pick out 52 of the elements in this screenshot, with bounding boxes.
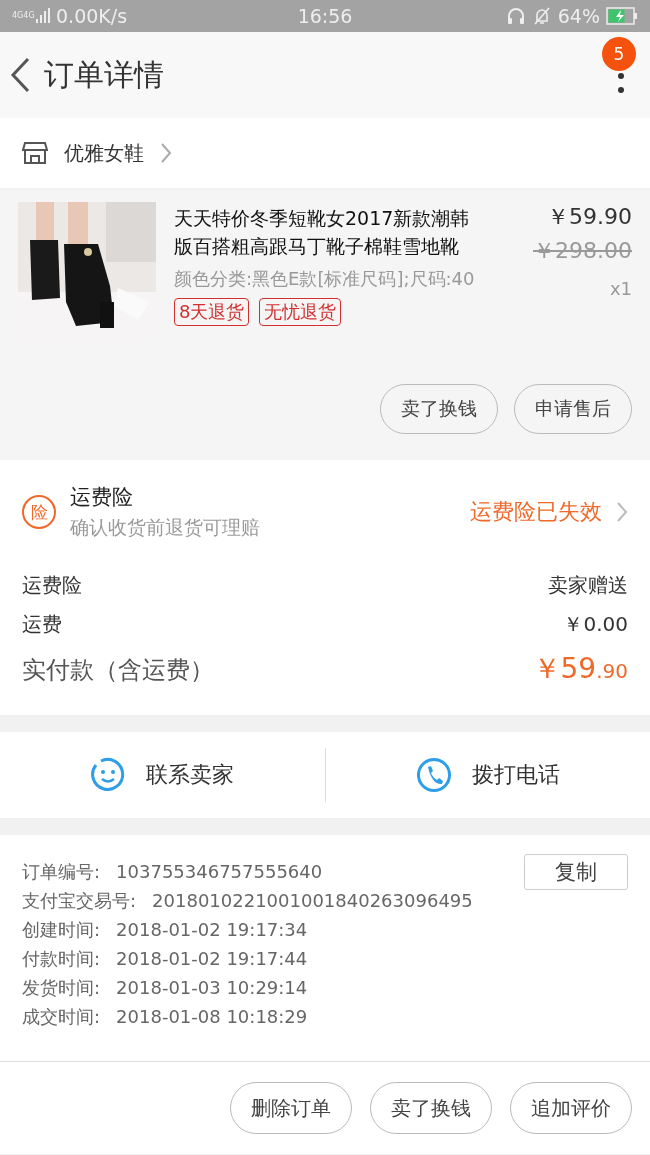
product-action-button[interactable]: 申请售后 — [514, 384, 632, 434]
quantity: x1 — [609, 278, 632, 299]
fee-label: 运费 — [22, 611, 62, 638]
return-policy-tag: 8天退货 — [174, 298, 250, 326]
chevron-right-icon — [616, 501, 628, 523]
fee-value: 卖家赠送 — [548, 572, 628, 599]
copy-button[interactable]: 复制 — [524, 853, 628, 890]
info-label: 支付宝交易号: — [22, 888, 137, 913]
order-action-button[interactable]: 追加评价 — [510, 1082, 632, 1134]
fee-value: ￥0.00 — [563, 611, 628, 638]
smiley-chat-icon — [90, 757, 127, 793]
insurance-icon: 险 — [22, 495, 56, 529]
fee-label: 实付款（含运费） — [22, 655, 214, 686]
price: ￥59.90 — [547, 203, 632, 231]
back-icon[interactable] — [8, 56, 32, 94]
store-name[interactable]: 优雅女鞋 — [64, 139, 144, 167]
total-amount: ￥59.90 — [532, 651, 628, 687]
info-value: 2018-01-02 19:17:34 — [116, 919, 308, 940]
product-title[interactable]: 天天特价冬季短靴女2017新款潮韩版百搭粗高跟马丁靴子棉鞋雪地靴 — [174, 204, 478, 260]
signal-icon — [36, 8, 50, 24]
notification-badge: 5 — [602, 37, 636, 71]
network-speed: 0.00K/s — [56, 5, 128, 27]
chevron-right-icon — [160, 142, 172, 164]
return-policy-tag: 无忧退货 — [259, 298, 342, 326]
info-label: 付款时间: — [22, 946, 101, 971]
battery-percent: 64% — [557, 5, 600, 27]
fee-label: 运费险 — [22, 572, 82, 599]
product-action-button[interactable]: 卖了换钱 — [380, 384, 498, 434]
info-value: 2018-01-02 19:17:44 — [116, 948, 308, 969]
contact-button[interactable]: 拨打电话 — [325, 732, 650, 818]
info-label: 订单编号: — [22, 859, 101, 884]
muted-bell-icon — [531, 6, 552, 26]
info-label: 发货时间: — [22, 975, 101, 1000]
insurance-title: 运费险 — [70, 484, 134, 511]
original-price: ￥298.00 — [533, 237, 632, 265]
phone-icon — [415, 757, 452, 793]
page-title: 订单详情 — [44, 55, 165, 94]
contact-button[interactable]: 联系卖家 — [0, 732, 325, 818]
product-variant: 颜色分类:黑色E款[标准尺码];尺码:40 — [174, 267, 476, 291]
headphones-icon — [505, 6, 526, 26]
order-action-button[interactable]: 删除订单 — [230, 1082, 352, 1134]
info-label: 成交时间: — [22, 1004, 101, 1029]
clock: 16:56 — [297, 5, 353, 27]
info-label: 创建时间: — [22, 917, 101, 942]
info-value: 2018010221001001840263096495 — [152, 890, 473, 911]
shop-icon — [22, 141, 48, 165]
info-value: 2018-01-08 10:18:29 — [116, 1006, 308, 1027]
info-value: 2018-01-03 10:29:14 — [116, 977, 308, 998]
insurance-description: 确认收货前退货可理赔 — [70, 515, 261, 540]
info-value: 103755346757555640 — [116, 861, 323, 882]
battery-charging-icon — [606, 7, 638, 25]
order-action-button[interactable]: 卖了换钱 — [370, 1082, 492, 1134]
